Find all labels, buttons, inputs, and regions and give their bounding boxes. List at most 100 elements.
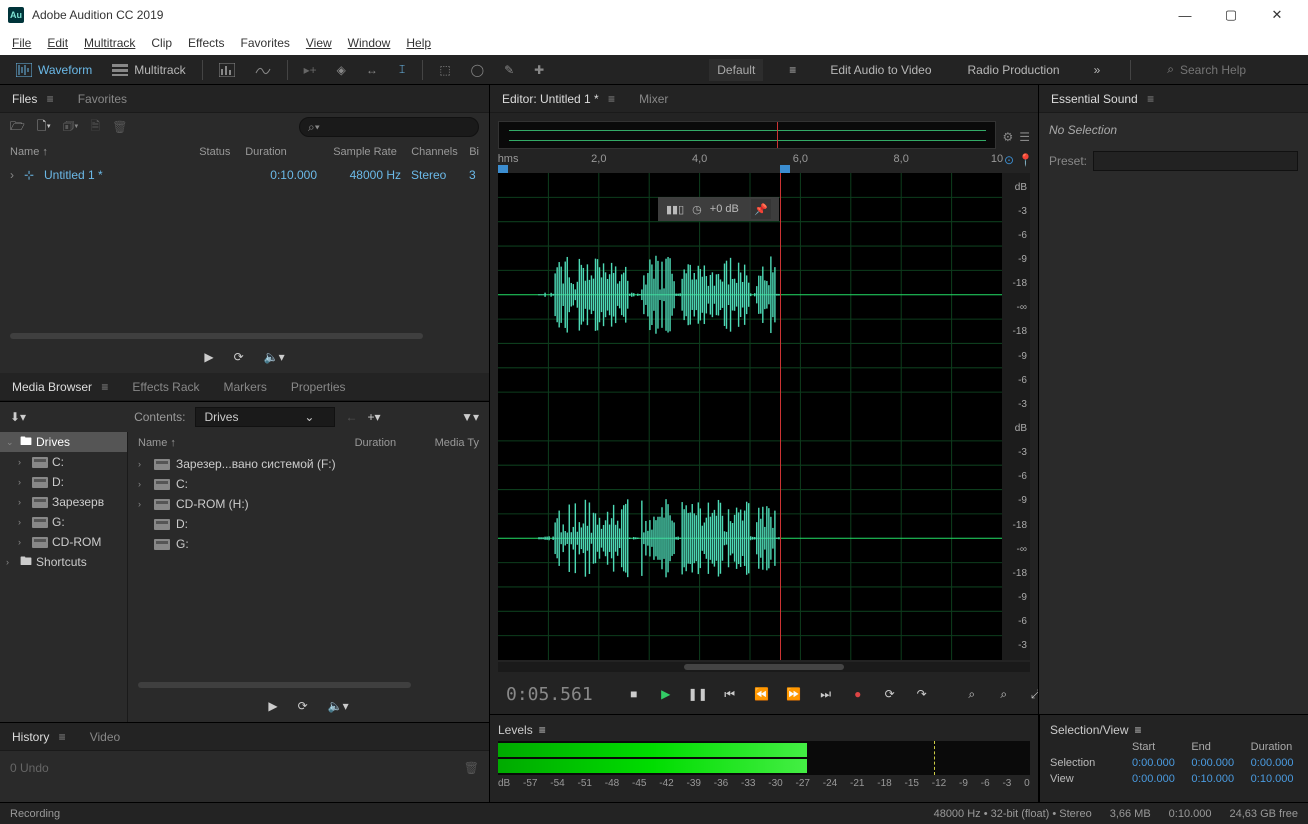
expand-icon[interactable]: ›	[10, 168, 24, 182]
loop-preview-button[interactable]: ⟳	[298, 699, 308, 713]
slip-tool[interactable]: ↔	[358, 59, 386, 81]
autoplay-button[interactable]: 🔈▾	[328, 699, 349, 713]
col-name[interactable]: Name ↑	[138, 437, 355, 449]
media-browser-tab[interactable]: Media Browser ≡	[10, 376, 110, 398]
tree-item[interactable]: › D:	[0, 472, 127, 492]
tree-item[interactable]: › G:	[0, 512, 127, 532]
scrollbar-thumb[interactable]	[138, 682, 411, 688]
list-item[interactable]: ›C:	[128, 474, 489, 494]
play-preview-button[interactable]: ▶	[268, 699, 277, 713]
col-channels[interactable]: Channels	[411, 146, 469, 158]
hud-gain[interactable]: +0 dB	[710, 203, 739, 215]
expand-icon[interactable]: ›	[18, 537, 28, 547]
record-button[interactable]: ●	[849, 685, 867, 703]
forward-button[interactable]: ⏩	[785, 685, 803, 703]
col-sample-rate[interactable]: Sample Rate	[333, 146, 411, 158]
channels-icon[interactable]: ⊙	[1004, 153, 1014, 173]
move-tool[interactable]: ▸+	[296, 59, 325, 81]
properties-tab[interactable]: Properties	[289, 376, 348, 398]
markers-tab[interactable]: Markers	[222, 376, 269, 398]
favorites-tab[interactable]: Favorites	[76, 88, 129, 110]
tree-item[interactable]: › Зарезерв	[0, 492, 127, 512]
workspace-default[interactable]: Default	[709, 59, 763, 81]
marquee-tool[interactable]: ⬚	[431, 59, 458, 81]
spectral-pitch-button[interactable]	[247, 59, 279, 81]
media-scrollbar[interactable]	[138, 682, 479, 690]
horizontal-scrollbar[interactable]	[498, 662, 1030, 672]
menu-effects[interactable]: Effects	[180, 32, 232, 54]
preset-dropdown[interactable]	[1093, 151, 1298, 171]
brush-tool[interactable]: ✎	[496, 59, 522, 81]
rewind-button[interactable]: ⏪	[753, 685, 771, 703]
list-item[interactable]: ›Зарезер...вано системой (F:)	[128, 454, 489, 474]
panel-menu-icon[interactable]: ≡	[1135, 723, 1142, 737]
file-row[interactable]: › ⊹ Untitled 1 * 0:10.000 48000 Hz Stere…	[0, 163, 489, 187]
view-options-icon[interactable]: ☰	[1019, 130, 1030, 144]
history-tab[interactable]: History ≡	[10, 726, 68, 748]
tree-item[interactable]: › CD-ROM	[0, 532, 127, 552]
overview-playhead[interactable]	[777, 122, 778, 148]
panel-menu-icon[interactable]: ≡	[539, 723, 546, 737]
search-input[interactable]	[1180, 63, 1300, 77]
panel-menu-icon[interactable]: ≡	[1144, 92, 1154, 106]
back-button[interactable]: ←	[345, 410, 357, 424]
menu-edit[interactable]: Edit	[39, 32, 76, 54]
view-start[interactable]: 0:00.000	[1132, 773, 1179, 785]
menu-favorites[interactable]: Favorites	[233, 32, 298, 54]
loop-preview-button[interactable]: ⟳	[234, 350, 244, 364]
open-file-icon[interactable]: 🗁	[10, 117, 25, 138]
menu-view[interactable]: View	[298, 32, 340, 54]
col-duration[interactable]: Duration	[245, 146, 333, 158]
workspace-default-menu[interactable]: ≡	[783, 63, 802, 77]
delete-icon[interactable]: 🗑	[112, 120, 127, 134]
essential-sound-tab[interactable]: Essential Sound ≡	[1049, 88, 1156, 110]
playhead[interactable]	[780, 173, 781, 660]
tree-item[interactable]: › C:	[0, 452, 127, 472]
pin-icon[interactable]: 📍	[1018, 153, 1033, 173]
spectral-freq-button[interactable]	[211, 59, 243, 81]
col-media-type[interactable]: Media Ty	[435, 437, 479, 449]
hud-pin-button[interactable]: 📌	[751, 199, 771, 219]
expand-icon[interactable]: ›	[138, 499, 148, 509]
close-file-icon[interactable]: 🗎	[91, 117, 101, 138]
panel-menu-icon[interactable]: ≡	[98, 380, 108, 394]
time-selection-tool[interactable]: 𝙸	[390, 58, 414, 81]
timeline[interactable]: hms 2,0 4,0 6,0 8,0 10	[498, 153, 1002, 173]
delete-history-icon[interactable]: 🗑	[464, 761, 479, 775]
skip-selection-button[interactable]: ↷	[913, 685, 931, 703]
maximize-button[interactable]: ▢	[1208, 0, 1254, 30]
expand-icon[interactable]: ›	[18, 477, 28, 487]
multitrack-view-button[interactable]: Multitrack	[104, 59, 193, 81]
new-file-icon[interactable]: 🗋▾	[37, 117, 51, 138]
expand-icon[interactable]: ›	[138, 479, 148, 489]
freq-analysis-icon[interactable]: ⚙	[1002, 130, 1013, 144]
play-button[interactable]: ▶	[657, 685, 675, 703]
mixer-tab[interactable]: Mixer	[637, 88, 670, 110]
view-duration[interactable]: 0:10.000	[1251, 773, 1298, 785]
panel-menu-icon[interactable]: ≡	[55, 730, 65, 744]
workspace-edit-audio[interactable]: Edit Audio to Video	[822, 59, 939, 81]
expand-icon[interactable]: ›	[18, 517, 28, 527]
col-name[interactable]: Name ↑	[10, 146, 199, 158]
search-help[interactable]: ⌕	[1167, 62, 1300, 77]
workspace-overflow[interactable]: »	[1088, 63, 1107, 77]
selection-end[interactable]: 0:00.000	[1191, 757, 1238, 769]
list-item[interactable]: ›CD-ROM (H:)	[128, 494, 489, 514]
effects-rack-tab[interactable]: Effects Rack	[130, 376, 201, 398]
filter-button[interactable]: ▼▾	[461, 410, 479, 424]
pause-button[interactable]: ❚❚	[689, 685, 707, 703]
menu-clip[interactable]: Clip	[143, 32, 180, 54]
selection-duration[interactable]: 0:00.000	[1251, 757, 1298, 769]
menu-help[interactable]: Help	[398, 32, 439, 54]
expand-icon[interactable]: ›	[138, 459, 148, 469]
contents-dropdown[interactable]: Drives⌄	[195, 407, 335, 427]
menu-file[interactable]: File	[4, 32, 39, 54]
go-to-end-button[interactable]: ⏭	[817, 685, 835, 703]
list-item[interactable]: G:	[128, 534, 489, 554]
waveform-canvas[interactable]: ▮▮▯ ◷ +0 dB 📌 L R	[498, 173, 1002, 660]
panel-menu-icon[interactable]: ≡	[43, 92, 53, 106]
razor-tool[interactable]: ◈	[329, 59, 354, 81]
editor-tab[interactable]: Editor: Untitled 1 * ≡	[500, 88, 617, 110]
video-tab[interactable]: Video	[88, 726, 122, 748]
zoom-in-button[interactable]: ⌕	[963, 685, 981, 703]
